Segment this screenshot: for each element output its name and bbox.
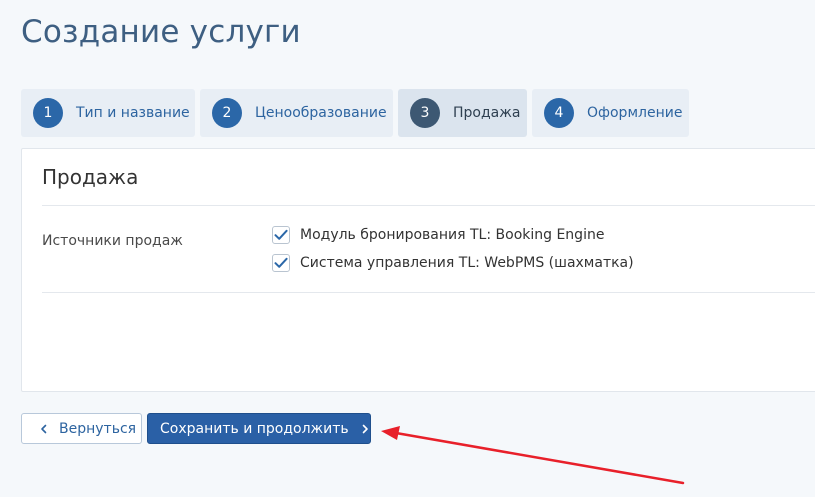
save-and-continue-button[interactable]: Сохранить и продолжить <box>147 413 371 444</box>
step-number-badge: 1 <box>33 98 63 128</box>
save-button-label: Сохранить и продолжить <box>160 420 349 437</box>
step-design[interactable]: 4 Оформление <box>532 89 689 137</box>
step-label: Продажа <box>453 105 521 121</box>
booking-engine-label: Модуль бронирования TL: Booking Engine <box>300 227 605 243</box>
chevron-left-icon <box>41 424 47 433</box>
option-booking-engine[interactable]: Модуль бронирования TL: Booking Engine <box>272 226 604 244</box>
step-type-and-name[interactable]: 1 Тип и название <box>21 89 195 137</box>
option-webpms[interactable]: Система управления TL: WebPMS (шахматка) <box>272 254 634 272</box>
sales-section-card: Продажа Источники продаж Модуль брониров… <box>21 148 815 392</box>
checkmark-icon <box>274 257 288 268</box>
step-number-badge: 2 <box>212 98 242 128</box>
step-sales[interactable]: 3 Продажа <box>398 89 527 137</box>
step-label: Тип и название <box>76 105 190 121</box>
sales-sources-label: Источники продаж <box>42 233 183 249</box>
step-pricing[interactable]: 2 Ценообразование <box>200 89 393 137</box>
step-number-badge: 4 <box>544 98 574 128</box>
booking-engine-checkbox[interactable] <box>272 226 290 244</box>
section-divider <box>42 205 815 206</box>
step-label: Ценообразование <box>255 105 387 121</box>
section-title: Продажа <box>42 165 139 189</box>
back-button[interactable]: Вернуться <box>21 413 142 444</box>
field-divider <box>42 292 815 293</box>
webpms-label: Система управления TL: WebPMS (шахматка) <box>300 255 634 271</box>
page-title: Создание услуги <box>21 14 301 50</box>
chevron-right-icon <box>362 424 368 433</box>
back-button-label: Вернуться <box>59 420 137 437</box>
step-number-badge: 3 <box>410 98 440 128</box>
step-label: Оформление <box>587 105 683 121</box>
checkmark-icon <box>274 229 288 240</box>
webpms-checkbox[interactable] <box>272 254 290 272</box>
